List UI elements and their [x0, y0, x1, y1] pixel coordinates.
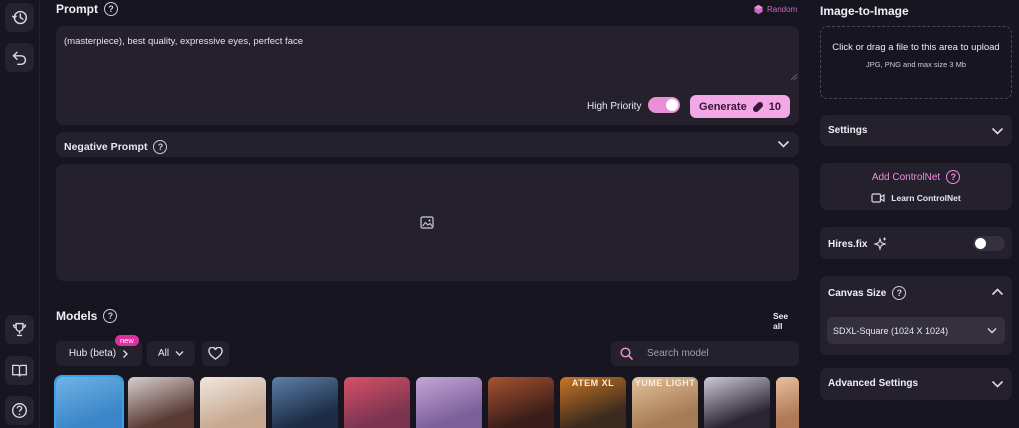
undo-icon — [12, 51, 27, 66]
models-title: Models — [56, 309, 98, 323]
upload-dropzone[interactable]: Click or drag a file to this area to upl… — [820, 26, 1012, 99]
coin-icon — [752, 101, 763, 112]
add-controlnet-button[interactable]: Add ControlNet ? — [820, 170, 1012, 184]
new-badge: new — [115, 335, 139, 346]
model-thumbnail[interactable] — [344, 377, 410, 428]
trophy-icon — [12, 322, 27, 337]
model-thumbnail[interactable]: YUME LIGHT — [632, 377, 698, 428]
filter-dropdown[interactable]: All — [147, 341, 195, 366]
high-priority-label: High Priority — [587, 101, 642, 112]
chevron-down-icon — [991, 127, 1004, 135]
resize-handle-icon[interactable] — [791, 74, 797, 80]
random-label: Random — [767, 5, 798, 14]
learn-controlnet-label: Learn ControlNet — [891, 193, 961, 203]
canvas-size-title-row: Canvas Size ? — [828, 286, 907, 300]
model-thumbnail[interactable] — [488, 377, 554, 428]
help-icon — [12, 403, 27, 418]
random-button[interactable]: Random — [753, 4, 797, 15]
generate-cost: 10 — [768, 100, 781, 113]
model-thumbnail[interactable] — [416, 377, 482, 428]
search-icon — [620, 347, 633, 360]
model-thumbnail[interactable] — [128, 377, 194, 428]
search-model-box[interactable] — [611, 341, 799, 366]
undo-button[interactable] — [5, 43, 34, 72]
filter-label: All — [157, 348, 170, 359]
prompt-textarea[interactable]: (masterpiece), best quality, expressive … — [56, 26, 799, 125]
generate-button[interactable]: Generate 10 — [690, 95, 790, 118]
sparkles-icon — [873, 237, 888, 251]
negative-prompt-help-icon[interactable]: ? — [153, 140, 168, 154]
negative-prompt-header[interactable]: Negative Prompt ? — [56, 132, 799, 157]
history-icon — [11, 10, 28, 25]
right-panel: Image-to-Image Click or drag a file to t… — [820, 0, 1013, 428]
model-thumbnail[interactable]: ATEM XL — [560, 377, 626, 428]
toggle-knob — [666, 99, 678, 111]
model-thumbnail[interactable] — [54, 375, 124, 428]
dice-icon — [754, 4, 763, 15]
model-thumbnail-label: YUME LIGHT — [634, 378, 696, 388]
high-priority-toggle[interactable] — [648, 97, 680, 113]
image-dropzone[interactable] — [56, 164, 799, 281]
chevron-down-icon — [175, 351, 184, 356]
help-button[interactable] — [5, 396, 34, 425]
controlnet-panel: Add ControlNet ? Learn ControlNet — [820, 163, 1012, 210]
canvas-size-value: SDXL-Square (1024 X 1024) — [833, 325, 949, 336]
models-help-icon[interactable]: ? — [103, 309, 118, 323]
hires-fix-toggle[interactable] — [973, 236, 1005, 251]
book-icon — [12, 364, 27, 377]
add-controlnet-label: Add ControlNet — [871, 171, 941, 183]
see-all-link[interactable]: See all — [773, 311, 799, 331]
history-button[interactable] — [5, 3, 34, 32]
model-thumbnail-label: ATEM XL — [571, 378, 615, 388]
heart-icon — [208, 347, 223, 360]
video-icon — [871, 193, 885, 203]
hires-fix-label: Hires.fix — [828, 238, 868, 250]
toggle-knob — [975, 238, 986, 249]
chevron-right-icon — [123, 349, 129, 358]
settings-accordion[interactable]: Settings — [820, 115, 1012, 146]
generate-label: Generate — [699, 100, 747, 113]
search-model-input[interactable] — [647, 348, 787, 359]
controlnet-help-icon[interactable]: ? — [946, 170, 961, 184]
image-to-image-title: Image-to-Image — [820, 4, 909, 18]
negative-prompt-title-row: Negative Prompt ? — [64, 140, 168, 154]
models-header: Models ? — [56, 309, 118, 323]
image-icon — [420, 216, 434, 229]
chevron-down-icon — [991, 380, 1004, 388]
model-thumbnail[interactable] — [776, 377, 799, 428]
prompt-text[interactable]: (masterpiece), best quality, expressive … — [64, 36, 303, 47]
chevron-down-icon — [987, 328, 997, 334]
docs-button[interactable] — [5, 356, 34, 385]
upload-text: Click or drag a file to this area to upl… — [832, 42, 1000, 53]
learn-controlnet-link[interactable]: Learn ControlNet — [820, 193, 1012, 203]
hires-fix-title-row: Hires.fix — [828, 237, 888, 251]
left-sidebar — [0, 0, 40, 428]
prompt-header: Prompt ? — [56, 2, 118, 16]
main-column: Prompt ? Random (masterpiece), best qual… — [54, 0, 799, 428]
prompt-title: Prompt — [56, 2, 98, 16]
trophy-button[interactable] — [5, 315, 34, 344]
chevron-down-icon[interactable] — [777, 139, 790, 149]
model-thumbnail[interactable] — [272, 377, 338, 428]
canvas-size-select[interactable]: SDXL-Square (1024 X 1024) — [827, 317, 1005, 344]
hub-label: Hub (beta) — [68, 348, 117, 359]
negative-prompt-title: Negative Prompt — [64, 141, 148, 153]
settings-label: Settings — [828, 125, 868, 136]
canvas-size-label: Canvas Size — [828, 287, 887, 299]
upload-hint: JPG, PNG and max size 3 Mb — [865, 60, 967, 69]
chevron-up-icon[interactable] — [991, 287, 1004, 297]
controlnet-content: Add ControlNet ? Learn ControlNet — [820, 163, 1012, 203]
advanced-settings-accordion[interactable]: Advanced Settings — [820, 368, 1012, 400]
favorites-button[interactable] — [202, 341, 229, 366]
model-thumbnail[interactable] — [704, 377, 770, 428]
canvas-size-help-icon[interactable]: ? — [892, 286, 907, 300]
advanced-settings-label: Advanced Settings — [828, 378, 919, 389]
prompt-help-icon[interactable]: ? — [104, 2, 118, 16]
model-thumbnail[interactable] — [200, 377, 266, 428]
